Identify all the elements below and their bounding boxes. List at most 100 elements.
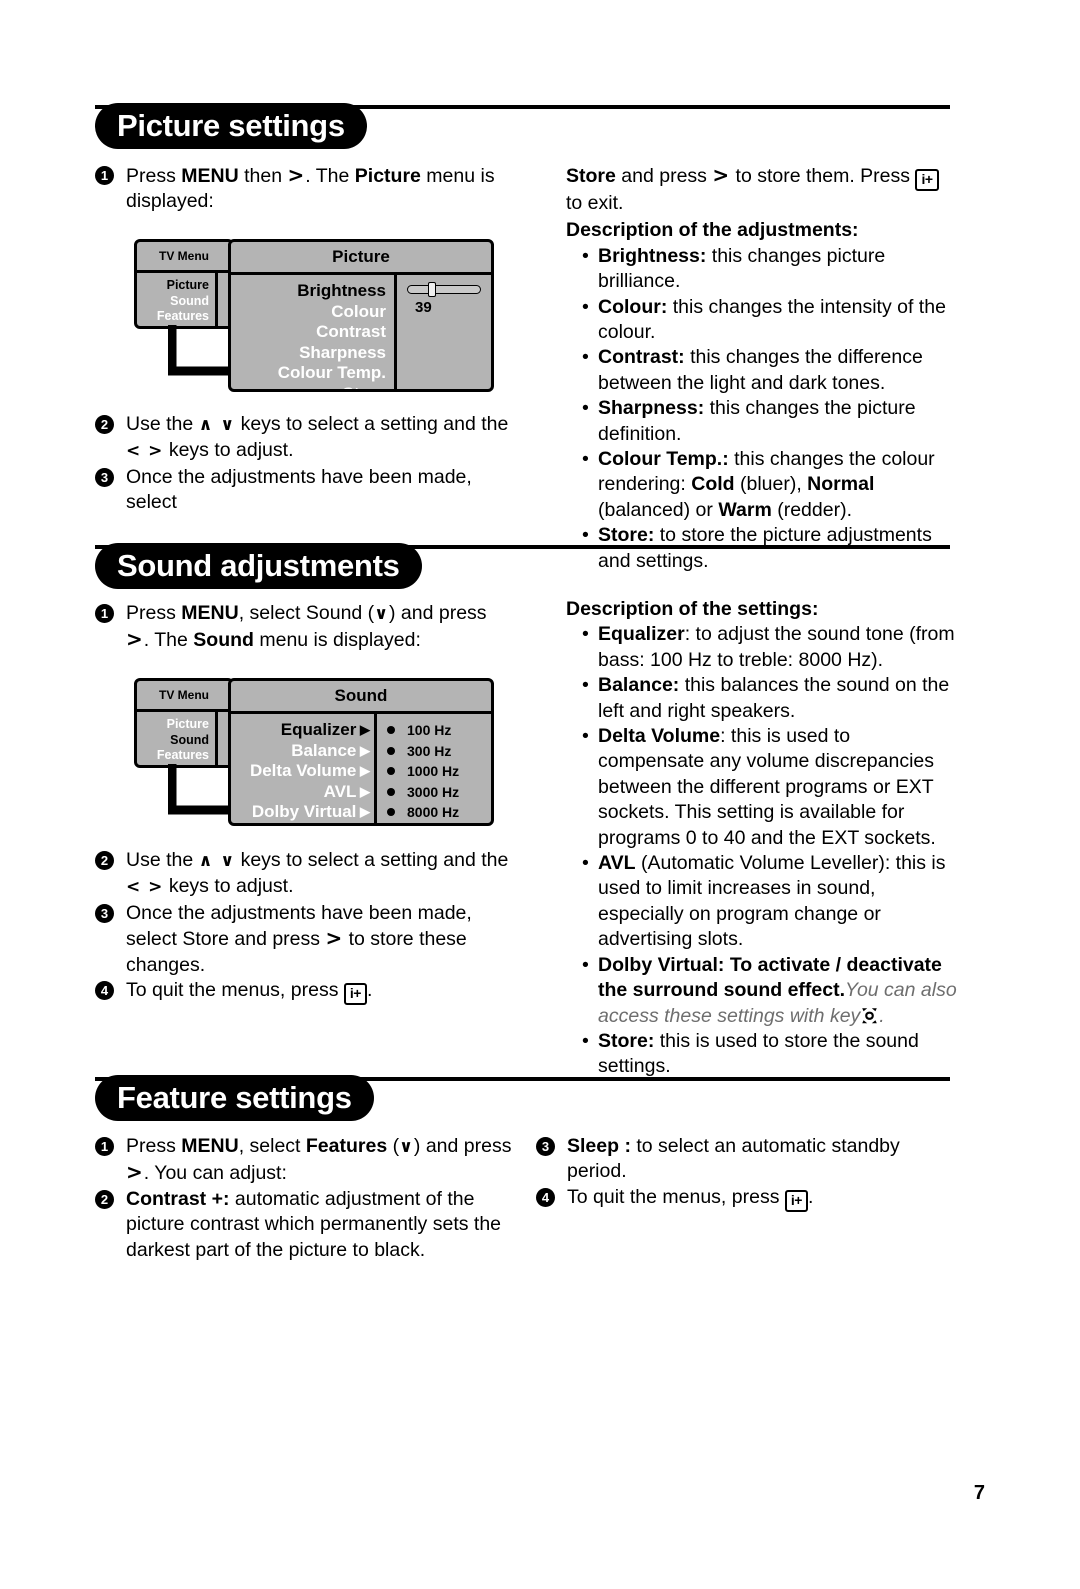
sound-menu-item-avl[interactable]: AVL ▶ (239, 782, 370, 803)
step-text: Contrast +: automatic adjustment of the … (126, 1187, 502, 1261)
sound-menu-item-dolby-virtual[interactable]: Dolby Virtual ▶ (239, 802, 370, 823)
right-arrow-key-icon: > (712, 163, 731, 187)
picture-menu-item-brightness[interactable]: Brightness (239, 281, 386, 302)
step-text: Once the adjustments have been made, sel… (126, 901, 472, 976)
slider-thumb[interactable] (428, 282, 436, 297)
feature-left-column: 1 Press MENU, select Features (∨) and pr… (95, 1134, 515, 1263)
picture-bullet-colour: Colour: this changes the intensity of th… (580, 295, 956, 346)
step-number: 1 (95, 1137, 114, 1156)
picture-menu-item-list: Brightness Colour Contrast Sharpness Col… (231, 275, 397, 390)
sound-menu-item-balance[interactable]: Balance ▶ (239, 741, 370, 762)
feature-step-4: 4 To quit the menus, press i+. (536, 1185, 961, 1212)
sound-menu-item-delta-volume[interactable]: Delta Volume ▶ (239, 761, 370, 782)
section-title-picture: Picture settings (95, 103, 367, 149)
info-plus-key-icon: i+ (343, 983, 367, 1006)
tv-menu-title: TV Menu (137, 681, 231, 712)
step-text: Once the adjustments have been made, sel… (126, 465, 472, 514)
picture-menu-item-contrast[interactable]: Contrast (239, 322, 386, 343)
left-right-keys-icon: < > (126, 877, 164, 898)
submenu-arrow-icon: ▶ (356, 763, 370, 778)
tv-menu-item-features[interactable]: Features (137, 748, 215, 764)
picture-menu-item-colour-temp[interactable]: Colour Temp. (239, 363, 386, 384)
step-text: To quit the menus, press i+. (567, 1186, 813, 1212)
step-number: 3 (536, 1137, 555, 1156)
step-number: 1 (95, 604, 114, 623)
step-text: To quit the menus, press i+. (126, 979, 372, 1006)
feature-step-1: 1 Press MENU, select Features (∨) and pr… (95, 1134, 515, 1187)
tv-menu-item-picture[interactable]: Picture (137, 278, 215, 294)
sound-bullet-delta-volume: Delta Volume: this is used to compensate… (580, 724, 958, 851)
section-title-sound: Sound adjustments (95, 543, 422, 589)
submenu-arrow-icon: ▶ (356, 804, 370, 819)
picture-menu-item-colour[interactable]: Colour (239, 302, 386, 323)
sound-step-3: 3 Once the adjustments have been made, s… (95, 901, 515, 978)
step-number: 2 (95, 851, 114, 870)
submenu-arrow-icon: ▶ (356, 742, 370, 758)
step-number: 2 (95, 1189, 114, 1209)
step-text: Press MENU then >. The Picture menu is d… (126, 163, 495, 213)
picture-menu-values: 39 (397, 275, 491, 389)
page-number: 7 (973, 1482, 985, 1504)
sound-description-title: Description of the settings: (566, 598, 819, 620)
surround-sound-key-icon (860, 1007, 879, 1025)
equalizer-value-8000hz[interactable]: 8000 Hz (387, 802, 485, 823)
picture-bullet-colour-temp: Colour Temp.: this changes the colour re… (580, 447, 956, 523)
step-text: Press MENU, select Sound (∨) and press >… (126, 602, 487, 652)
sound-menu-item-equalizer[interactable]: Equalizer ▶ (239, 720, 370, 741)
tv-menu-item-sound[interactable]: Sound (137, 733, 215, 749)
bullet-dot-icon (387, 767, 395, 775)
tv-menu-sidebar: TV Menu Picture Sound Features Install (134, 678, 234, 768)
right-arrow-key-icon: > (325, 926, 344, 951)
step-number: 2 (95, 415, 114, 434)
tv-menu-item-picture[interactable]: Picture (137, 717, 215, 733)
bullet-dot-icon (387, 808, 395, 816)
picture-menu-item-sharpness[interactable]: Sharpness (239, 343, 386, 364)
picture-right-column: Store and press > to store them. Press i… (566, 163, 956, 574)
bullet-dot-icon (387, 726, 395, 734)
section-header-feature: Feature settings (95, 1075, 950, 1121)
step-number: 1 (95, 166, 114, 185)
sound-bullet-avl: AVL (Automatic Volume Leveller): this is… (580, 851, 958, 953)
picture-menu-item-store[interactable]: Store (239, 384, 386, 390)
slider-track (407, 285, 481, 294)
brightness-value: 39 (415, 299, 432, 316)
tv-menu-sidebar: TV Menu Picture Sound Features Install (134, 239, 234, 329)
step-text: Press MENU, select Features (∨) and pres… (126, 1135, 512, 1185)
step-number: 3 (95, 467, 114, 487)
equalizer-value-300hz[interactable]: 300 Hz (387, 741, 485, 762)
brightness-slider[interactable] (407, 282, 481, 297)
sound-menu-mock: TV Menu Picture Sound Features Install S… (134, 678, 494, 826)
section-title-feature: Feature settings (95, 1075, 374, 1121)
equalizer-value-1000hz[interactable]: 1000 Hz (387, 761, 485, 782)
info-plus-key-icon: i+ (784, 1189, 808, 1212)
equalizer-value-100hz[interactable]: 100 Hz (387, 720, 485, 741)
up-down-keys-icon: ∧ ∨ (198, 851, 236, 871)
picture-description-title: Description of the adjustments: (566, 219, 859, 242)
sound-menu-item-store[interactable]: Store ▶ (239, 823, 370, 824)
sound-bullet-dolby-virtual: Dolby Virtual: To activate / deactivate … (580, 953, 958, 1029)
picture-bullet-contrast: Contrast: this changes the difference be… (580, 345, 956, 396)
picture-step-1: 1 Press MENU then >. The Picture menu is… (95, 163, 515, 215)
submenu-arrow-icon: ▶ (356, 722, 370, 737)
right-arrow-key-icon: > (126, 1160, 144, 1185)
feature-step-3: 3 Sleep : to select an automatic standby… (536, 1134, 961, 1185)
equalizer-value-3000hz[interactable]: 3000 Hz (387, 782, 485, 803)
sound-left-column-lower: 2 Use the ∧ ∨ keys to select a setting a… (95, 848, 515, 1006)
sound-menu-item-list: Equalizer ▶ Balance ▶ Delta Volume ▶ AVL… (231, 714, 377, 824)
section-header-sound: Sound adjustments (95, 543, 950, 589)
sound-menu-values: 100 Hz 300 Hz 1000 Hz 3000 Hz 8000 Hz (377, 714, 491, 824)
info-plus-key-icon: i+ (915, 169, 939, 191)
picture-bullet-sharpness: Sharpness: this changes the picture defi… (580, 396, 956, 447)
tv-menu-item-features[interactable]: Features (137, 309, 215, 325)
picture-step-3: 3 Once the adjustments have been made, s… (95, 465, 515, 516)
sound-bullet-balance: Balance: this balances the sound on the … (580, 673, 958, 724)
sound-step-2: 2 Use the ∧ ∨ keys to select a setting a… (95, 848, 515, 901)
step-number: 4 (95, 981, 114, 1001)
sound-menu-panel-title: Sound (231, 681, 491, 714)
equalizer-value-empty (387, 823, 485, 824)
tv-menu-item-sound[interactable]: Sound (137, 294, 215, 310)
right-arrow-key-icon: > (287, 163, 306, 187)
manual-page: Picture settings 1 Press MENU then >. Th… (0, 0, 1080, 1589)
right-arrow-key-icon: > (126, 627, 144, 652)
sound-bullet-equalizer: Equalizer: to adjust the sound tone (fro… (580, 622, 958, 673)
